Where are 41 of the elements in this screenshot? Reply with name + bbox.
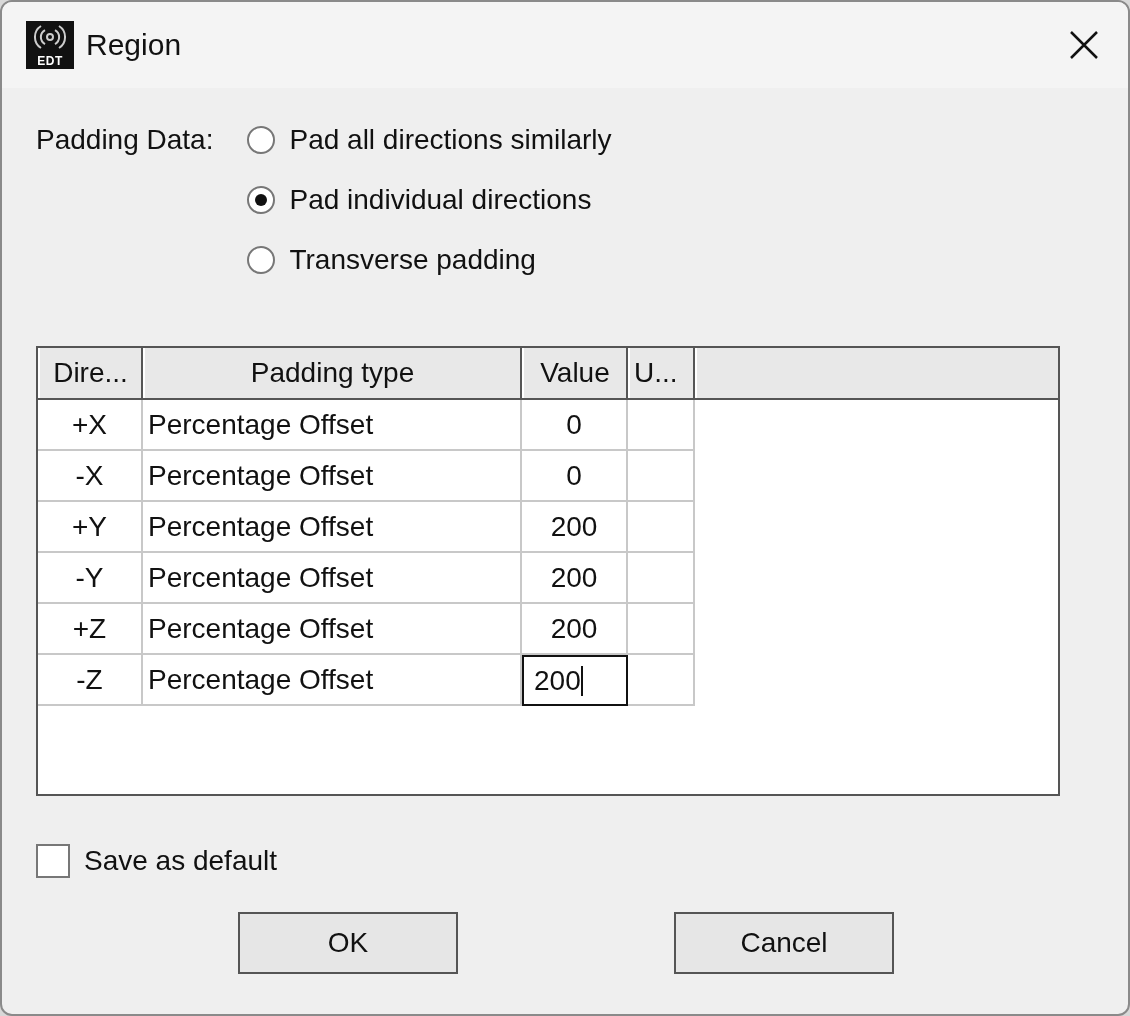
table-cell: 200 [522, 502, 628, 553]
logo-text: EDT [37, 55, 63, 68]
table-cell [628, 451, 695, 502]
signal-waves-icon [33, 24, 67, 52]
table-cell: Percentage Offset [143, 451, 522, 502]
padding-data-label: Padding Data: [36, 123, 214, 157]
table-cell: 200 [522, 553, 628, 604]
column-header[interactable]: Dire... [38, 348, 143, 398]
window-title: Region [86, 28, 183, 62]
table-cell [628, 553, 695, 604]
column-header[interactable]: Padding type [143, 348, 522, 398]
ok-button[interactable]: OK [238, 912, 458, 974]
checkbox[interactable] [36, 844, 70, 878]
table-cell: -Z [38, 655, 143, 706]
table-cell: -X [38, 451, 143, 502]
table-cell: +Y [38, 502, 143, 553]
checkbox-label[interactable]: Save as default [84, 845, 278, 877]
radio-button[interactable] [247, 126, 276, 154]
value-input-field[interactable]: 200 [522, 655, 628, 706]
table-cell [628, 400, 695, 451]
table-cell: Percentage Offset [143, 400, 522, 451]
radio-button[interactable] [247, 186, 276, 214]
radio-label[interactable]: Pad individual directions [289, 184, 592, 216]
radio-label[interactable]: Pad all directions similarly [289, 124, 612, 156]
column-header[interactable]: U... [628, 348, 695, 398]
radio-label[interactable]: Transverse padding [289, 244, 536, 276]
column-header[interactable]: Value [522, 348, 628, 398]
table-cell: Percentage Offset [143, 604, 522, 655]
cancel-button[interactable]: Cancel [674, 912, 894, 974]
table-cell: Percentage Offset [143, 553, 522, 604]
table-cell [628, 502, 695, 553]
table-cell: +Z [38, 604, 143, 655]
radio-button[interactable] [247, 246, 276, 274]
table-cell: 0 [522, 400, 628, 451]
table-cell: +X [38, 400, 143, 451]
table-cell [628, 655, 695, 706]
table-cell: -Y [38, 553, 143, 604]
table-cell [628, 604, 695, 655]
table-cell: 0 [522, 451, 628, 502]
close-icon [1069, 30, 1099, 60]
table-cell: Percentage Offset [143, 502, 522, 553]
